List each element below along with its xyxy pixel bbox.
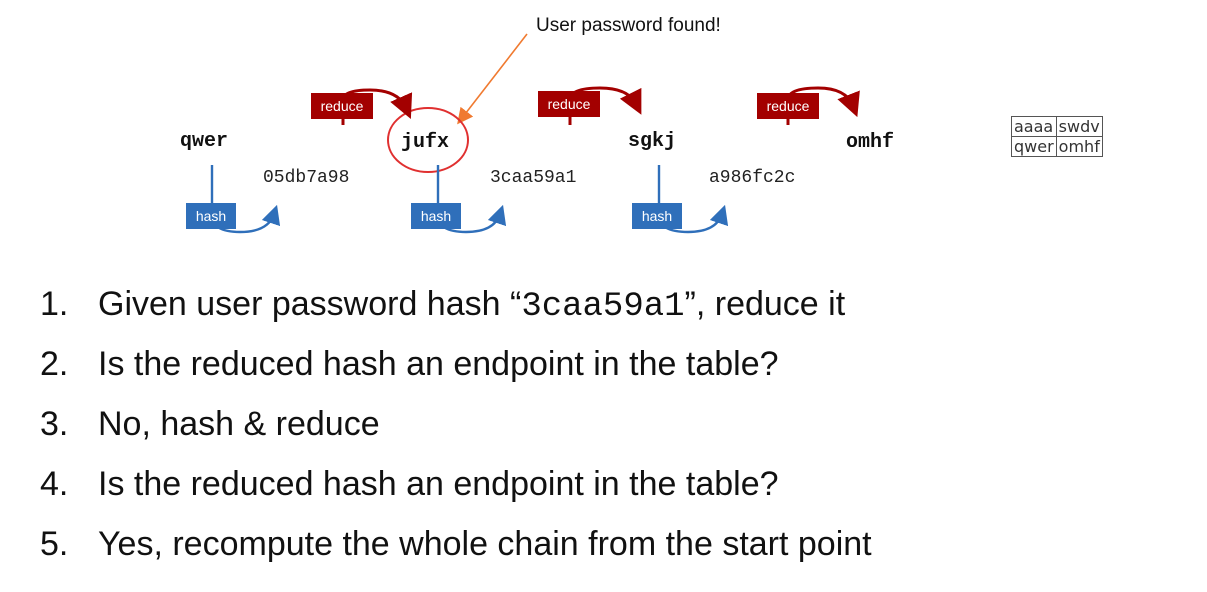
table-cell: omhf (1055, 136, 1103, 157)
step-text: Is the reduced hash an endpoint in the t… (98, 345, 779, 383)
reduce-label-1: reduce (311, 93, 373, 119)
table-row: qwer omhf (1011, 136, 1103, 157)
step-text: No, hash & reduce (98, 405, 380, 443)
step-item: 3. No, hash & reduce (40, 402, 872, 462)
callout-text: User password found! (536, 15, 721, 36)
table-row: aaaa swdv (1011, 116, 1103, 137)
chain-word-1: qwer (180, 130, 229, 153)
hash-label-1: hash (186, 203, 236, 229)
table-cell: aaaa (1011, 116, 1057, 137)
rainbow-table: aaaa swdv qwer omhf (1011, 116, 1103, 157)
step-number: 3. (40, 405, 69, 443)
step-number: 4. (40, 465, 69, 503)
step-text: Given user password hash “ (98, 285, 522, 323)
table-cell: swdv (1055, 116, 1103, 137)
reduce-label-2: reduce (538, 91, 600, 117)
chain-hash-3: a986fc2c (709, 168, 796, 188)
step-hash-code: 3caa59a1 (521, 288, 685, 326)
step-item: 5. Yes, recompute the whole chain from th… (40, 522, 872, 582)
hash-label-2: hash (411, 203, 461, 229)
steps-list: 1. Given user password hash “3caa59a1”, r… (40, 282, 872, 582)
chain-hash-1: 05db7a98 (263, 168, 350, 188)
chain-hash-2: 3caa59a1 (490, 168, 577, 188)
step-number: 5. (40, 525, 69, 563)
chain-word-4: omhf (846, 131, 895, 154)
step-number: 2. (40, 345, 69, 383)
step-item: 1. Given user password hash “3caa59a1”, r… (40, 282, 872, 342)
hash-label-3: hash (632, 203, 682, 229)
step-text: Is the reduced hash an endpoint in the t… (98, 465, 779, 503)
step-number: 1. (40, 285, 69, 323)
table-cell: qwer (1011, 136, 1057, 157)
step-item: 4. Is the reduced hash an endpoint in the… (40, 462, 872, 522)
chain-word-found: jufx (401, 131, 450, 154)
chain-word-3: sgkj (628, 130, 677, 153)
step-item: 2. Is the reduced hash an endpoint in the… (40, 342, 872, 402)
step-text: ”, reduce it (684, 285, 846, 323)
reduce-label-3: reduce (757, 93, 819, 119)
callout-arrow (457, 33, 528, 125)
step-text: Yes, recompute the whole chain from the … (98, 525, 872, 563)
